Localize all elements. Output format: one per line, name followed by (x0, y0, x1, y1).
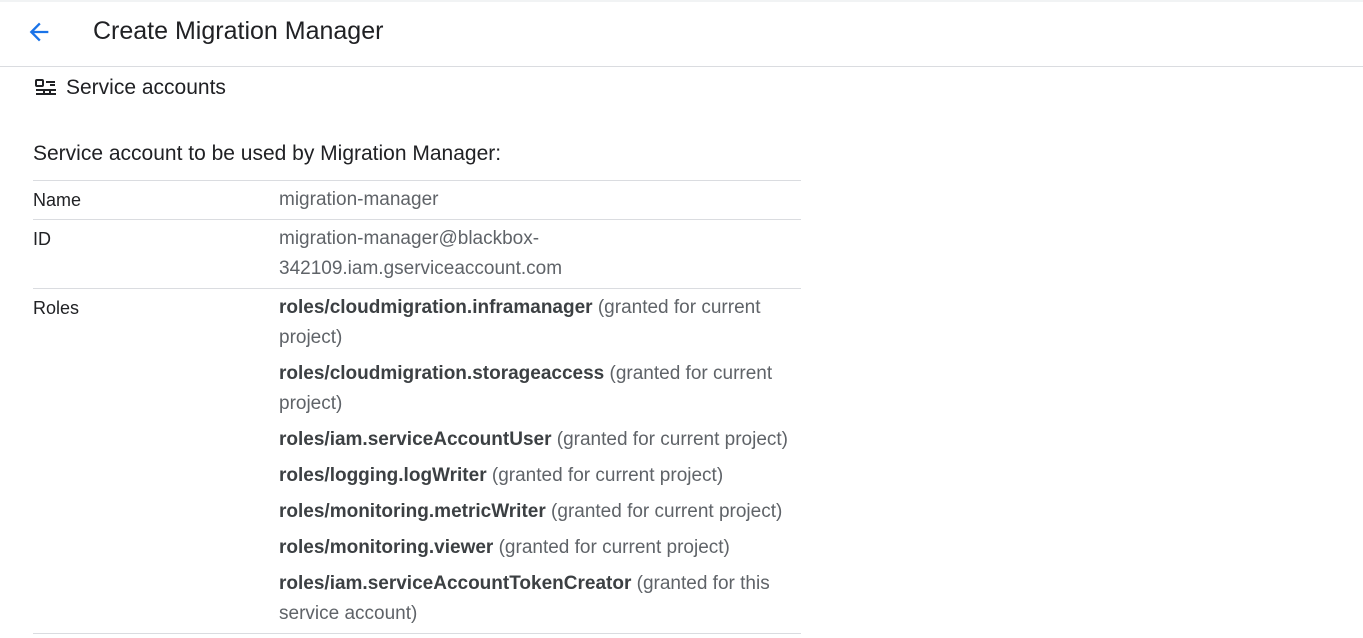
service-account-icon (34, 76, 58, 100)
role-note: (granted for current project) (493, 537, 730, 558)
id-value-line2: 342109.iam.gserviceaccount.com (279, 258, 563, 279)
role-note: (granted for current project) (545, 501, 783, 522)
role-name: roles/cloudmigration.inframanager (279, 297, 593, 318)
id-value: migration-manager@blackbox- 342109.iam.g… (279, 224, 801, 284)
role-item: roles/logging.logWriter (granted for cur… (279, 461, 801, 491)
role-item: roles/monitoring.metricWriter (granted f… (279, 497, 801, 527)
role-item: roles/iam.serviceAccountTokenCreator (gr… (279, 569, 801, 629)
service-account-subheading: Service account to be used by Migration … (33, 142, 502, 165)
name-value: migration-manager (279, 189, 439, 210)
role-note: (granted for current project) (486, 465, 724, 486)
section-title: Service accounts (66, 76, 226, 99)
page-title: Create Migration Manager (93, 17, 384, 45)
service-account-details: Name migration-manager ID migration-mana… (33, 180, 801, 634)
role-name: roles/iam.serviceAccountTokenCreator (279, 573, 632, 594)
name-label: Name (33, 190, 82, 210)
id-value-line1: migration-manager@blackbox- (279, 228, 540, 249)
section-header: Service accounts (34, 74, 226, 102)
page-header: Create Migration Manager (0, 0, 1363, 67)
role-name: roles/monitoring.metricWriter (279, 501, 546, 522)
detail-row-name: Name migration-manager (33, 181, 801, 220)
role-item: roles/iam.serviceAccountUser (granted fo… (279, 425, 801, 455)
back-button[interactable] (20, 14, 58, 50)
role-name: roles/iam.serviceAccountUser (279, 429, 552, 450)
role-note: (granted for current project) (551, 429, 789, 450)
roles-list: roles/cloudmigration.inframanager (grant… (279, 293, 801, 629)
id-label: ID (33, 229, 51, 249)
roles-label: Roles (33, 298, 80, 318)
detail-row-roles: Roles roles/cloudmigration.inframanager … (33, 289, 801, 634)
arrow-back-icon (29, 22, 49, 42)
role-item: roles/monitoring.viewer (granted for cur… (279, 533, 801, 563)
detail-row-id: ID migration-manager@blackbox- 342109.ia… (33, 220, 801, 289)
role-name: roles/logging.logWriter (279, 465, 487, 486)
role-name: roles/monitoring.viewer (279, 537, 494, 558)
role-item: roles/cloudmigration.inframanager (grant… (279, 293, 801, 353)
role-name: roles/cloudmigration.storageaccess (279, 363, 605, 384)
role-item: roles/cloudmigration.storageaccess (gran… (279, 359, 801, 419)
